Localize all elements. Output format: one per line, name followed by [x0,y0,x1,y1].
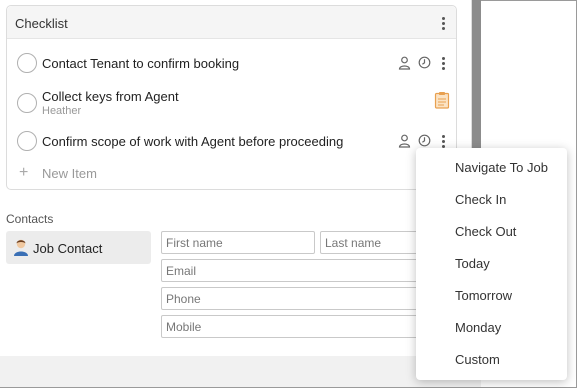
person-icon[interactable] [398,56,411,70]
menu-item-tomorrow[interactable]: Tomorrow [416,280,567,312]
menu-item-today[interactable]: Today [416,248,567,280]
item-more-icon[interactable] [437,55,449,71]
checklist-more-icon[interactable] [437,15,449,31]
person-icon[interactable] [398,134,411,148]
item-title[interactable]: Contact Tenant to confirm booking [42,56,239,71]
item-title[interactable]: Collect keys from Agent [42,89,179,104]
contacts-section-label: Contacts [6,212,54,226]
menu-item-custom[interactable]: Custom [416,344,567,376]
checklist-header: Checklist [7,6,456,39]
checklist-item: Contact Tenant to confirm booking [7,52,456,76]
item-complete-radio[interactable] [17,93,37,113]
item-assignee: Heather [42,105,82,117]
plus-icon: + [19,164,29,181]
menu-item-monday[interactable]: Monday [416,312,567,344]
item-title[interactable]: Confirm scope of work with Agent before … [42,134,343,149]
email-field[interactable] [161,259,450,282]
clock-icon[interactable] [418,56,431,69]
menu-item-navigate-to-job[interactable]: Navigate To Job [416,152,567,184]
panel-footer-area [0,356,481,387]
item-context-menu: Navigate To Job Check In Check Out Today… [416,148,567,380]
item-complete-radio[interactable] [17,131,37,151]
new-item-label: New Item [42,166,97,181]
mobile-field[interactable] [161,315,450,338]
phone-field[interactable] [161,287,450,310]
first-name-field[interactable] [161,231,315,254]
checklist-title: Checklist [15,16,68,31]
checklist-item: Collect keys from Agent Heather [7,86,456,120]
job-contact-label: Job Contact [33,241,103,256]
menu-item-check-out[interactable]: Check Out [416,216,567,248]
clipboard-icon[interactable] [434,91,450,109]
job-detail-panel: Checklist Contact Tenant to confirm book… [0,0,472,356]
clock-icon[interactable] [418,134,431,147]
contact-avatar-icon [14,239,28,256]
job-contact-tab[interactable]: Job Contact [6,231,151,264]
item-complete-radio[interactable] [17,53,37,73]
item-more-icon[interactable] [437,133,449,149]
menu-item-check-in[interactable]: Check In [416,184,567,216]
checklist-item: Confirm scope of work with Agent before … [7,130,456,154]
checklist-card: Checklist Contact Tenant to confirm book… [6,5,457,190]
